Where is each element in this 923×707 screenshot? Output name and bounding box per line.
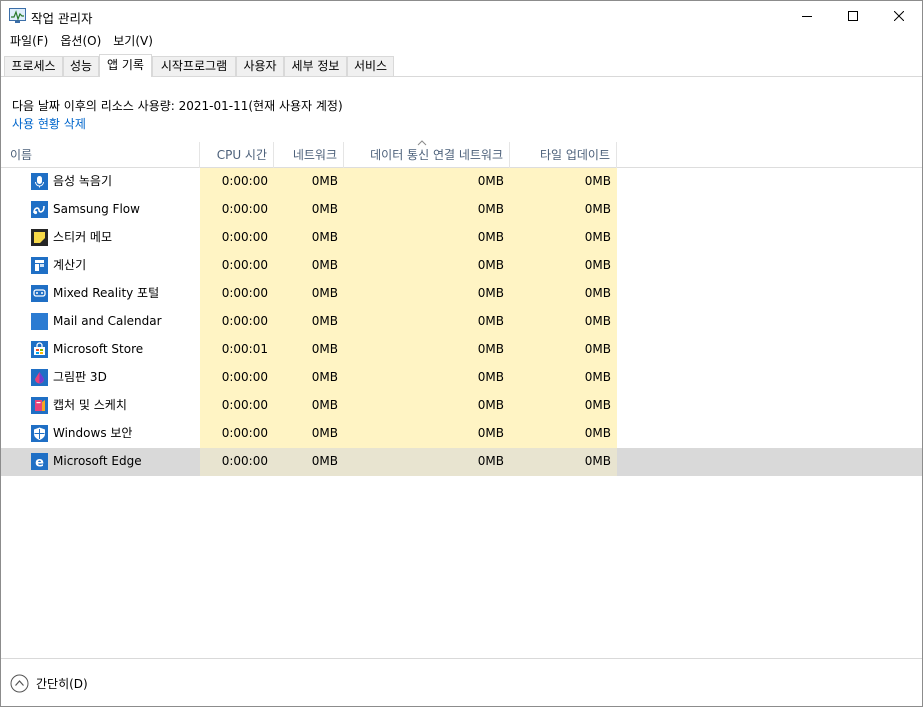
tab-bar: 프로세스 성능 앱 기록 시작프로그램 사용자 세부 정보 서비스 <box>1 54 922 77</box>
metered-network-cell: 0MB <box>344 252 510 280</box>
network-cell: 0MB <box>274 308 344 336</box>
network-cell: 0MB <box>274 196 344 224</box>
window-title: 작업 관리자 <box>31 11 93 26</box>
network-cell: 0MB <box>274 392 344 420</box>
table-row[interactable]: Windows 보안 0:00:00 0MB 0MB 0MB <box>1 420 922 448</box>
table-row[interactable]: 그림판 3D 0:00:00 0MB 0MB 0MB <box>1 364 922 392</box>
metered-network-cell: 0MB <box>344 392 510 420</box>
tile-updates-cell: 0MB <box>510 420 617 448</box>
app-name: Samsung Flow <box>53 202 140 216</box>
app-name: 스티커 메모 <box>53 230 113 244</box>
tab-performance[interactable]: 성능 <box>63 56 99 76</box>
tab-services[interactable]: 서비스 <box>347 56 394 76</box>
tile-updates-cell: 0MB <box>510 168 617 196</box>
network-cell: 0MB <box>274 448 344 476</box>
cpu-time-cell: 0:00:00 <box>200 280 274 308</box>
table-row[interactable]: 스티커 메모 0:00:00 0MB 0MB 0MB <box>1 224 922 252</box>
fewer-details-button[interactable]: 간단히(D) <box>36 675 88 692</box>
usage-since-text: 다음 날짜 이후의 리소스 사용량: 2021-01-11(현재 사용자 계정) <box>12 99 343 113</box>
table-row[interactable]: 캡처 및 스케치 0:00:00 0MB 0MB 0MB <box>1 392 922 420</box>
network-cell: 0MB <box>274 420 344 448</box>
tile-updates-cell: 0MB <box>510 252 617 280</box>
cpu-time-cell: 0:00:00 <box>200 448 274 476</box>
network-cell: 0MB <box>274 168 344 196</box>
tab-details[interactable]: 세부 정보 <box>284 56 347 76</box>
table-row[interactable]: e Microsoft Edge 0:00:00 0MB 0MB 0MB <box>1 448 922 476</box>
maximize-button[interactable] <box>830 1 876 31</box>
minimize-button[interactable] <box>784 1 830 31</box>
app-name: Microsoft Edge <box>53 454 142 468</box>
app-name: 그림판 3D <box>53 370 107 384</box>
cpu-time-cell: 0:00:00 <box>200 364 274 392</box>
tile-updates-cell: 0MB <box>510 196 617 224</box>
task-manager-window: 작업 관리자 파일(F) 옵션(O) 보기(V) 프로세스 성능 앱 기록 시작… <box>0 0 923 707</box>
cpu-time-cell: 0:00:00 <box>200 392 274 420</box>
tile-updates-cell: 0MB <box>510 336 617 364</box>
tab-startup[interactable]: 시작프로그램 <box>152 56 236 76</box>
metered-network-cell: 0MB <box>344 280 510 308</box>
footer-bar: 간단히(D) <box>1 658 922 706</box>
column-header-metered-network[interactable]: 데이터 통신 연결 네트워크 <box>344 142 510 168</box>
tile-updates-cell: 0MB <box>510 224 617 252</box>
tile-updates-cell: 0MB <box>510 308 617 336</box>
close-button[interactable] <box>876 1 922 31</box>
app-name: Windows 보안 <box>53 426 133 440</box>
metered-network-cell: 0MB <box>344 224 510 252</box>
network-cell: 0MB <box>274 336 344 364</box>
tab-app-history[interactable]: 앱 기록 <box>99 54 152 77</box>
menu-bar: 파일(F) 옵션(O) 보기(V) <box>1 31 922 52</box>
table-row[interactable]: 계산기 0:00:00 0MB 0MB 0MB <box>1 252 922 280</box>
cpu-time-cell: 0:00:00 <box>200 196 274 224</box>
tile-updates-cell: 0MB <box>510 280 617 308</box>
chevron-up-circle-icon[interactable] <box>10 674 29 693</box>
column-header-tile-updates[interactable]: 타일 업데이트 <box>510 142 617 168</box>
metered-network-cell: 0MB <box>344 308 510 336</box>
metered-network-cell: 0MB <box>344 420 510 448</box>
column-header-cpu-time[interactable]: CPU 시간 <box>200 142 274 168</box>
close-icon <box>894 11 904 21</box>
app-name: Mail and Calendar <box>53 314 162 328</box>
metered-network-cell: 0MB <box>344 364 510 392</box>
network-cell: 0MB <box>274 280 344 308</box>
column-header-name[interactable]: 이름 <box>1 142 200 168</box>
delete-usage-history-link[interactable]: 사용 현황 삭제 <box>12 115 86 132</box>
table-row[interactable]: Samsung Flow 0:00:00 0MB 0MB 0MB <box>1 196 922 224</box>
cpu-time-cell: 0:00:00 <box>200 168 274 196</box>
table-row[interactable]: 음성 녹음기 0:00:00 0MB 0MB 0MB <box>1 168 922 196</box>
app-name: 계산기 <box>53 258 87 272</box>
table-header: 이름 CPU 시간 네트워크 데이터 통신 연결 네트워크 타일 업데이트 <box>1 140 922 168</box>
network-cell: 0MB <box>274 224 344 252</box>
menu-options[interactable]: 옵션(O) <box>55 31 106 52</box>
menu-view[interactable]: 보기(V) <box>108 31 158 52</box>
cpu-time-cell: 0:00:00 <box>200 224 274 252</box>
app-name: Microsoft Store <box>53 342 144 356</box>
app-name: 캡처 및 스케치 <box>53 398 127 412</box>
tile-updates-cell: 0MB <box>510 448 617 476</box>
minimize-icon <box>802 16 812 17</box>
tile-updates-cell: 0MB <box>510 364 617 392</box>
tab-processes[interactable]: 프로세스 <box>4 56 63 76</box>
metered-network-cell: 0MB <box>344 168 510 196</box>
maximize-icon <box>848 11 858 21</box>
table-row[interactable]: Mail and Calendar 0:00:00 0MB 0MB 0MB <box>1 308 922 336</box>
cpu-time-cell: 0:00:01 <box>200 336 274 364</box>
app-name: 음성 녹음기 <box>53 174 113 188</box>
app-name: Mixed Reality 포털 <box>53 286 160 300</box>
metered-network-cell: 0MB <box>344 196 510 224</box>
network-cell: 0MB <box>274 364 344 392</box>
title-bar[interactable]: 작업 관리자 <box>1 1 922 31</box>
metered-network-cell: 0MB <box>344 448 510 476</box>
cpu-time-cell: 0:00:00 <box>200 420 274 448</box>
cpu-time-cell: 0:00:00 <box>200 308 274 336</box>
menu-file[interactable]: 파일(F) <box>5 31 53 52</box>
table-row[interactable]: Microsoft Store 0:00:01 0MB 0MB 0MB <box>1 336 922 364</box>
cpu-time-cell: 0:00:00 <box>200 252 274 280</box>
tab-users[interactable]: 사용자 <box>236 56 284 76</box>
column-header-network[interactable]: 네트워크 <box>274 142 344 168</box>
network-cell: 0MB <box>274 252 344 280</box>
task-manager-app-icon <box>9 8 26 23</box>
metered-network-cell: 0MB <box>344 336 510 364</box>
tile-updates-cell: 0MB <box>510 392 617 420</box>
table-row[interactable]: Mixed Reality 포털 0:00:00 0MB 0MB 0MB <box>1 280 922 308</box>
